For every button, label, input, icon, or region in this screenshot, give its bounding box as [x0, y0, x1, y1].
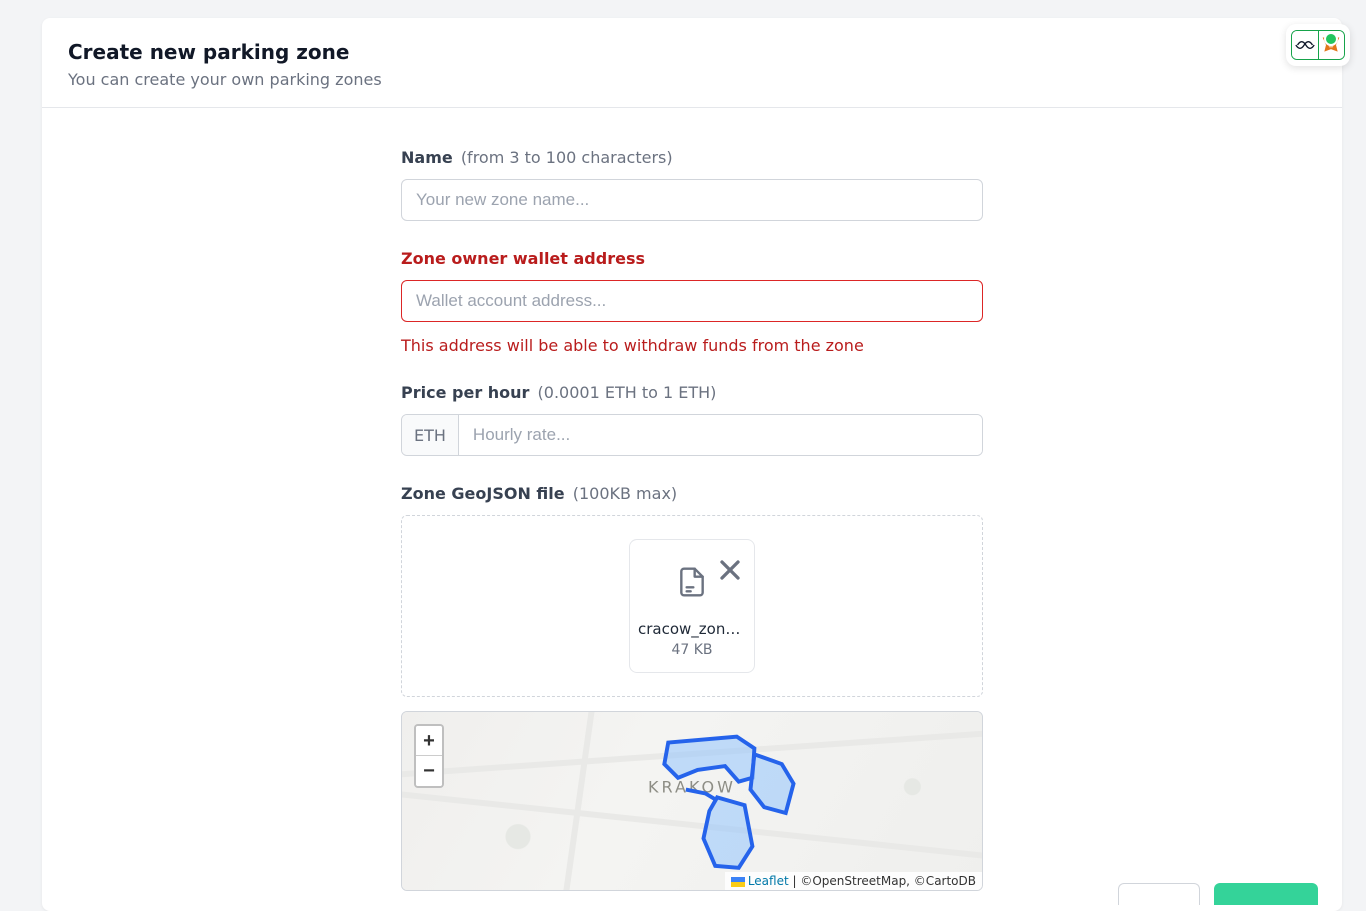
wallet-input[interactable] [401, 280, 983, 322]
name-input[interactable] [401, 179, 983, 221]
wallet-status-badge[interactable] [1286, 24, 1350, 66]
name-label: Name [401, 148, 453, 167]
footer-actions [1118, 883, 1318, 905]
geojson-hint: (100KB max) [573, 484, 677, 503]
ukraine-flag-icon [731, 877, 745, 887]
logo-icon [1292, 31, 1319, 59]
name-group: Name (from 3 to 100 characters) [401, 148, 983, 221]
wallet-error-help: This address will be able to withdraw fu… [401, 336, 983, 355]
uploaded-file: cracow_zone… 47 KB [629, 539, 755, 673]
remove-file-icon[interactable] [714, 548, 746, 595]
zone-polygon [646, 721, 843, 878]
geojson-group: Zone GeoJSON file (100KB max) [401, 484, 983, 891]
wallet-group: Zone owner wallet address This address w… [401, 249, 983, 355]
card-header: Create new parking zone You can create y… [42, 18, 1342, 108]
wallet-label: Zone owner wallet address [401, 249, 645, 268]
cancel-button[interactable] [1118, 883, 1200, 905]
price-currency-addon: ETH [402, 415, 459, 455]
price-label: Price per hour [401, 383, 529, 402]
create-zone-card: Create new parking zone You can create y… [42, 18, 1342, 911]
file-size: 47 KB [671, 642, 712, 658]
geojson-label: Zone GeoJSON file [401, 484, 565, 503]
leaflet-link[interactable]: Leaflet [748, 874, 789, 888]
map-zoom-controls: + − [414, 724, 444, 788]
create-zone-form: Name (from 3 to 100 characters) Zone own… [401, 148, 983, 891]
map-attribution: Leaflet | ©OpenStreetMap, ©CartoDB [725, 872, 982, 890]
price-group: Price per hour (0.0001 ETH to 1 ETH) ETH [401, 383, 983, 456]
file-name: cracow_zone… [638, 620, 746, 638]
geojson-dropzone[interactable]: cracow_zone… 47 KB [401, 515, 983, 697]
price-hint: (0.0001 ETH to 1 ETH) [538, 383, 717, 402]
price-input[interactable] [459, 415, 982, 455]
connected-status-dot [1324, 32, 1338, 46]
page-subtitle: You can create your own parking zones [68, 70, 1316, 89]
submit-button[interactable] [1214, 883, 1318, 905]
map-preview[interactable]: KRAKOW + − Leaflet | ©O [401, 711, 983, 891]
attribution-text: | ©OpenStreetMap, ©CartoDB [789, 874, 976, 888]
zoom-in-button[interactable]: + [416, 726, 442, 756]
page-title: Create new parking zone [68, 40, 1316, 64]
zoom-out-button[interactable]: − [416, 756, 442, 786]
price-input-group: ETH [401, 414, 983, 456]
document-icon [676, 560, 708, 608]
name-hint: (from 3 to 100 characters) [461, 148, 673, 167]
